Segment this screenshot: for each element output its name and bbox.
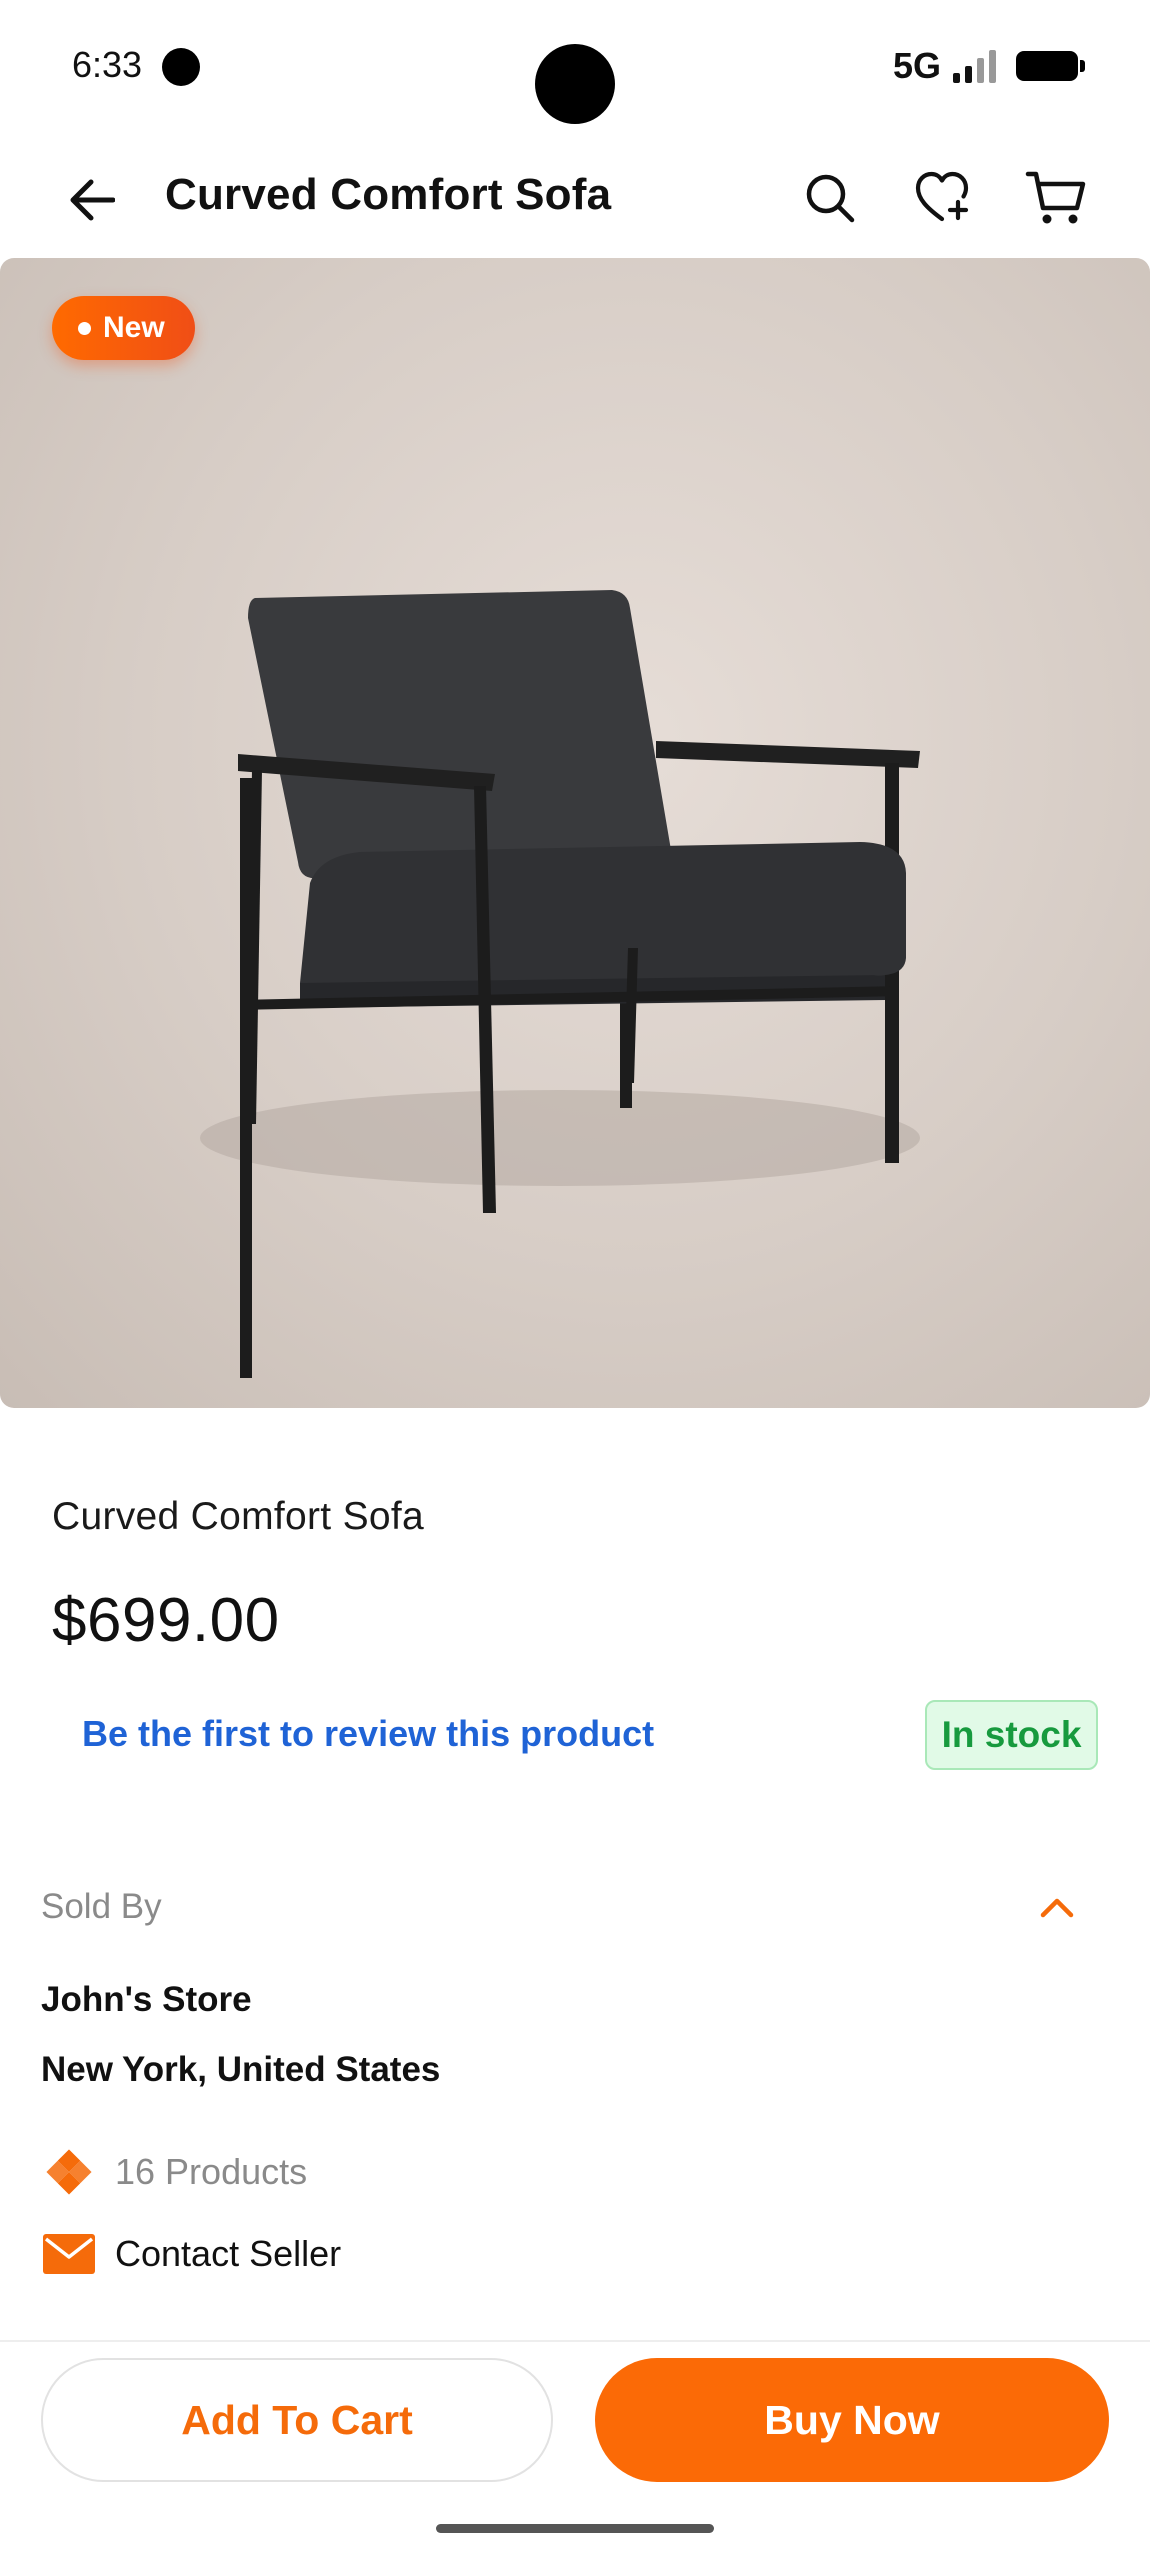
armchair-illustration [200, 590, 920, 1378]
product-name: Curved Comfort Sofa [52, 1495, 425, 1538]
search-icon [806, 174, 855, 223]
mail-icon [43, 2234, 95, 2274]
product-image[interactable]: New [0, 258, 1150, 1408]
bottom-bar-divider [0, 2340, 1150, 2342]
new-badge-label: New [103, 311, 165, 344]
seller-collapse-button[interactable] [1035, 1885, 1079, 1929]
back-button[interactable] [60, 168, 124, 232]
store-location: New York, United States [41, 2050, 441, 2089]
sold-by-label: Sold By [41, 1887, 162, 1926]
battery-icon [1016, 51, 1085, 81]
new-badge: New [52, 296, 195, 360]
signal-icon [953, 49, 996, 83]
status-bar: 6:33 5G [0, 0, 1150, 140]
cart-icon [1025, 171, 1086, 224]
products-grid-icon [43, 2146, 95, 2198]
add-to-cart-button[interactable]: Add To Cart [41, 2358, 553, 2482]
badge-dot-icon [78, 321, 91, 335]
product-detail-page: 6:33 5G Curved Comfort Sofa New Curved C… [0, 0, 1150, 2560]
status-time: 6:33 [72, 44, 143, 85]
cart-button[interactable] [1020, 162, 1092, 234]
page-title: Curved Comfort Sofa [165, 170, 612, 219]
chevron-up-icon [1040, 1898, 1074, 1918]
store-name[interactable]: John's Store [41, 1980, 252, 2020]
products-count: 16 Products [115, 2151, 308, 2192]
contact-seller-button[interactable]: Contact Seller [41, 2232, 341, 2276]
store-products-link[interactable]: 16 Products [41, 2144, 307, 2200]
app-header: Curved Comfort Sofa [0, 140, 1150, 255]
notification-dot-icon [162, 48, 200, 86]
wishlist-button[interactable] [908, 162, 980, 234]
status-indicators: 5G [892, 44, 1085, 88]
buy-now-button[interactable]: Buy Now [595, 2358, 1109, 2482]
wishlist-heart-plus-icon [915, 171, 969, 222]
stock-status-badge: In stock [925, 1700, 1098, 1770]
network-type: 5G [892, 45, 941, 86]
review-link[interactable]: Be the first to review this product [82, 1713, 654, 1755]
contact-seller-label: Contact Seller [115, 2233, 342, 2274]
product-price: $699.00 [52, 1586, 280, 1655]
home-indicator[interactable] [436, 2524, 714, 2533]
back-arrow-icon [70, 179, 115, 221]
search-button[interactable] [794, 162, 866, 234]
camera-cutout [535, 44, 615, 124]
